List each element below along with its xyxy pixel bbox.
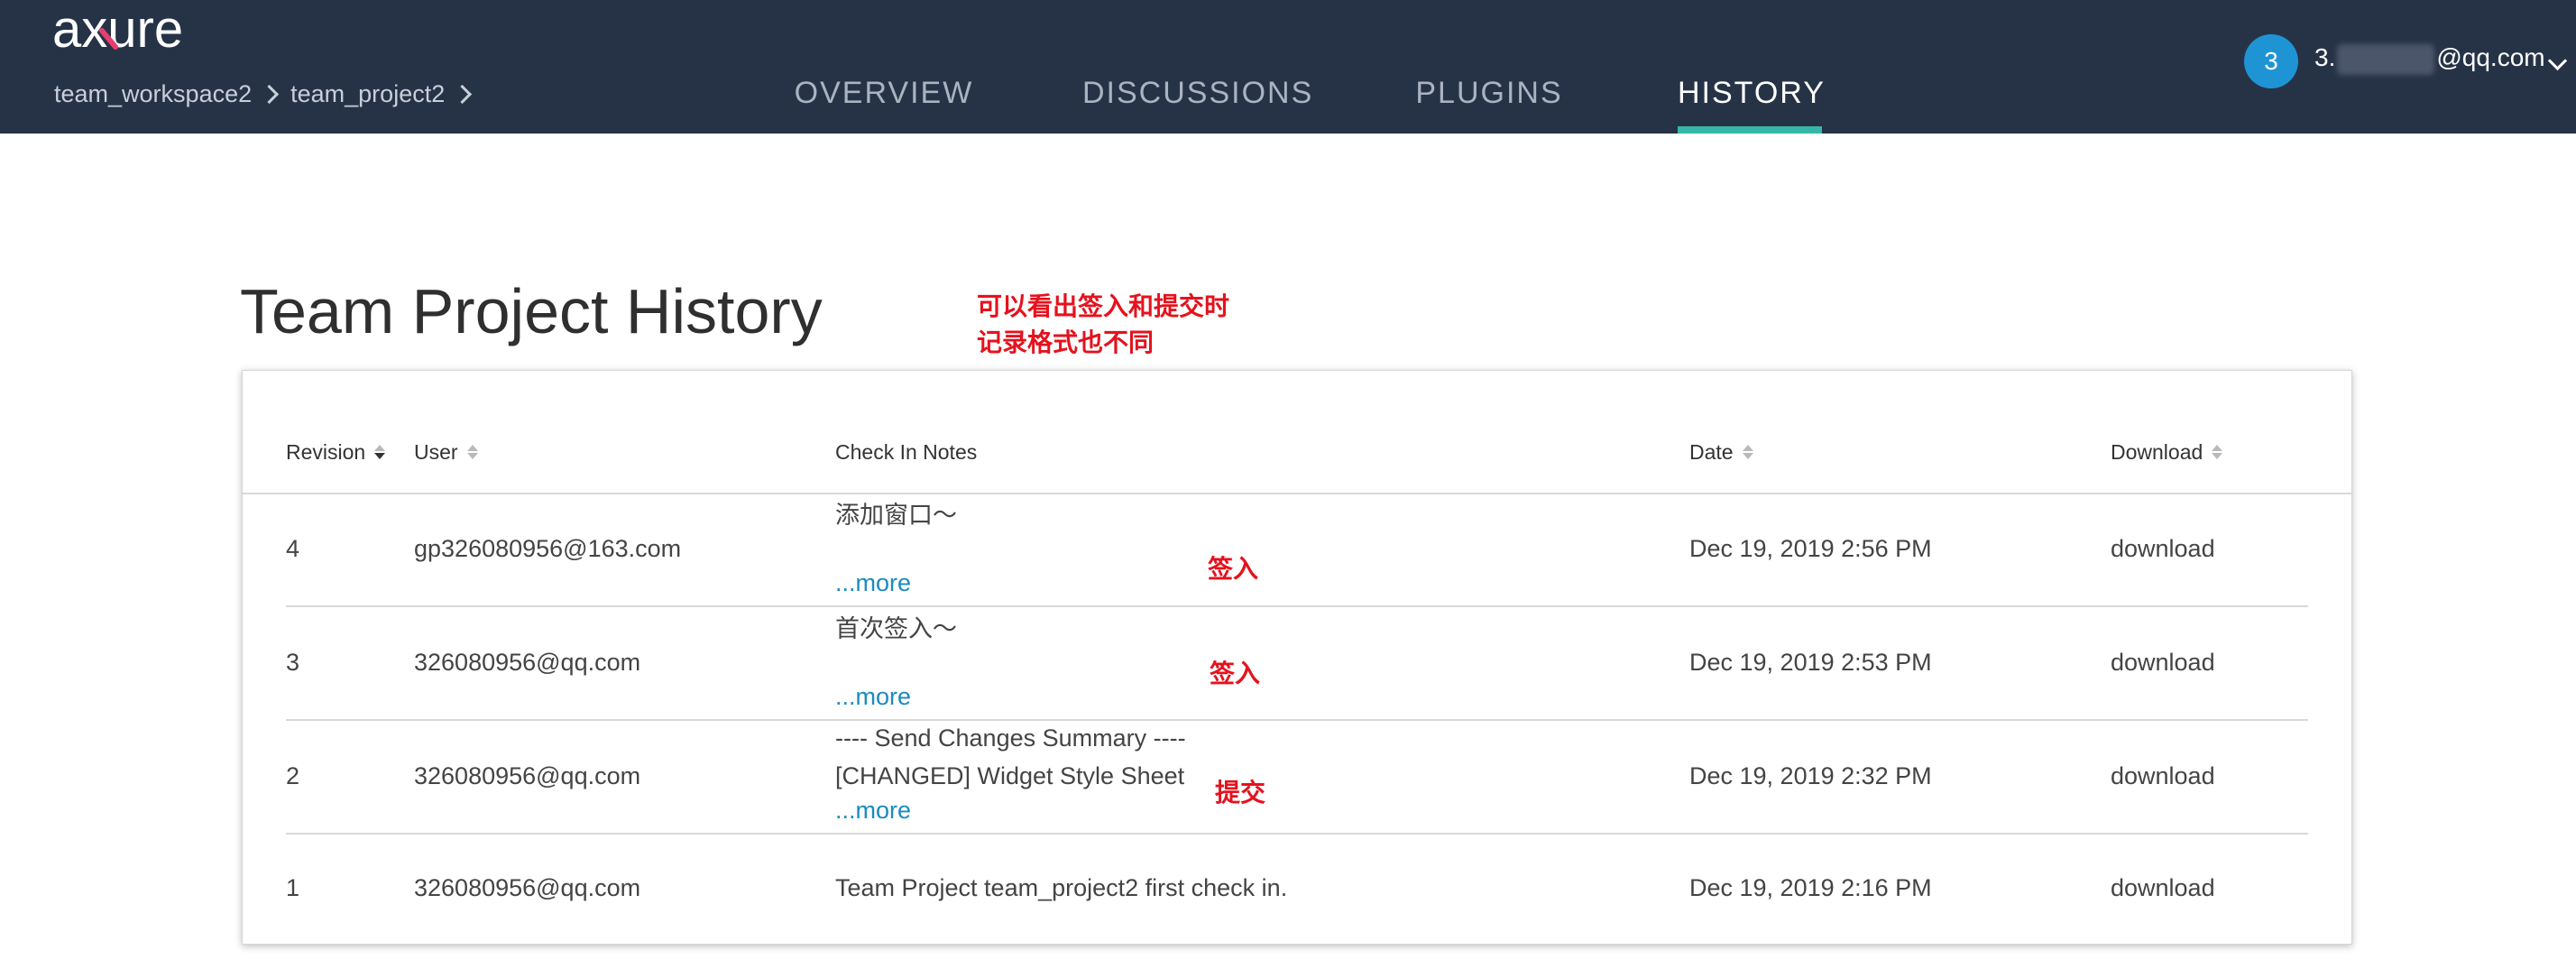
column-header-date[interactable]: Date (1689, 434, 1753, 470)
tab-plugins[interactable]: PLUGINS (1412, 70, 1566, 134)
row-divider (286, 605, 2308, 607)
revision-cell: 2 (286, 762, 300, 789)
date-cell: Dec 19, 2019 2:53 PM (1689, 649, 1932, 676)
user-email[interactable]: 3. @qq.com (2314, 43, 2545, 75)
download-link[interactable]: download (2111, 874, 2215, 902)
annotation-note: 签入 (1208, 555, 1259, 583)
main-tabs: OVERVIEW DISCUSSIONS PLUGINS HISTORY (0, 70, 2576, 134)
more-link[interactable]: ...more (835, 569, 911, 597)
user-cell: 326080956@qq.com (414, 874, 641, 901)
user-avatar[interactable]: 3 (2244, 34, 2298, 88)
notes-cell: 添加窗口～ (835, 502, 957, 529)
download-link[interactable]: download (2111, 535, 2215, 563)
history-table: Revision User Check In Notes Date Downlo… (242, 370, 2352, 945)
revision-cell: 1 (286, 874, 300, 901)
revision-cell: 4 (286, 535, 300, 562)
tab-overview[interactable]: OVERVIEW (794, 70, 974, 134)
column-header-download[interactable]: Download (2111, 434, 2223, 470)
more-link[interactable]: ...more (835, 797, 911, 825)
user-cell: gp326080956@163.com (414, 535, 682, 562)
tab-history[interactable]: HISTORY (1678, 70, 1824, 134)
notes-cell: Team Project team_project2 first check i… (835, 874, 1288, 901)
annotation-note: 签入 (1210, 660, 1261, 687)
sort-icon[interactable] (374, 445, 386, 459)
tab-discussions[interactable]: DISCUSSIONS (1082, 70, 1311, 134)
active-tab-indicator (1678, 126, 1822, 134)
page-title: Team Project History (240, 276, 823, 346)
date-cell: Dec 19, 2019 2:32 PM (1689, 762, 1932, 789)
top-navigation-bar: axure team_workspace2 team_project2 OVER… (0, 0, 2576, 134)
date-cell: Dec 19, 2019 2:16 PM (1689, 874, 1932, 901)
annotation-note: 提交 (1215, 779, 1266, 807)
user-cell: 326080956@qq.com (414, 762, 641, 789)
column-header-revision[interactable]: Revision (286, 434, 386, 470)
row-divider (286, 833, 2308, 835)
row-divider (286, 719, 2308, 721)
notes-cell: 首次签入～ (835, 615, 957, 642)
download-link[interactable]: download (2111, 649, 2215, 677)
download-link[interactable]: download (2111, 762, 2215, 790)
annotation-note: 可以看出签入和提交时 记录格式也不同 (977, 292, 1230, 356)
revision-cell: 3 (286, 649, 300, 676)
header-divider (243, 493, 2351, 494)
column-header-notes: Check In Notes (835, 439, 978, 464)
sort-icon[interactable] (1742, 445, 1753, 459)
date-cell: Dec 19, 2019 2:56 PM (1689, 535, 1932, 562)
user-cell: 326080956@qq.com (414, 649, 641, 676)
notes-cell: [CHANGED] Widget Style Sheet (835, 762, 1185, 789)
chevron-down-icon[interactable] (2547, 51, 2568, 71)
notes-cell: ---- Send Changes Summary ---- (835, 724, 1186, 752)
axure-logo[interactable]: axure (52, 4, 215, 56)
sort-icon[interactable] (2212, 445, 2223, 459)
redacted-mask (2337, 43, 2435, 75)
more-link[interactable]: ...more (835, 683, 911, 711)
sort-icon[interactable] (466, 445, 478, 459)
column-header-user[interactable]: User (414, 434, 478, 470)
